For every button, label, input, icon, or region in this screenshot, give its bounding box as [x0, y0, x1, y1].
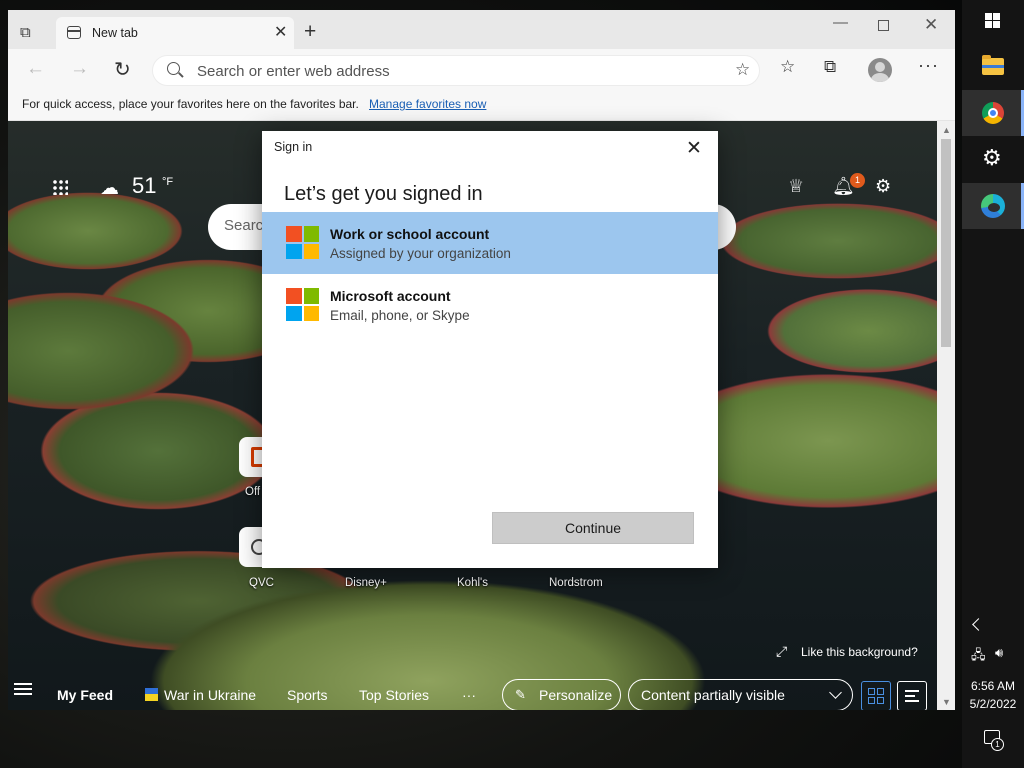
favorites-bar: For quick access, place your favorites h…	[8, 91, 955, 121]
feed-bar: My Feed War in Ukraine Sports Top Storie…	[8, 673, 937, 710]
manage-favorites-link[interactable]: Manage favorites now	[369, 97, 486, 111]
collections-icon[interactable]: ⧉	[824, 57, 836, 77]
quick-link-label[interactable]: Kohl's	[457, 577, 488, 589]
address-placeholder: Search or enter web address	[197, 63, 390, 80]
maximize-button[interactable]	[878, 20, 889, 31]
dialog-close-button[interactable]: ✕	[686, 137, 702, 160]
tab-new-tab[interactable]: New tab ✕	[56, 17, 294, 49]
volume-icon[interactable]: 🔊︎	[995, 645, 1003, 661]
ukraine-flag-icon	[145, 688, 158, 701]
close-window-button[interactable]: ✕	[924, 15, 938, 35]
show-hidden-icons-chevron-icon[interactable]	[972, 618, 985, 631]
quick-link-label: QVC	[249, 577, 274, 589]
grid-view-icon-cell	[877, 697, 884, 704]
toolbar: ← → ↻ Search or enter web address ☆ ☆ ⧉ …	[8, 49, 955, 91]
chrome-icon	[982, 102, 1004, 124]
taskbar: ⚙ 🖧︎ 🔊︎ 6:56 AM 5/2/2022 1	[962, 0, 1024, 768]
feed-tab-sports[interactable]: Sports	[287, 687, 327, 703]
taskbar-file-explorer[interactable]	[962, 44, 1024, 90]
feed-tab-war-in-ukraine[interactable]: War in Ukraine	[164, 687, 256, 703]
like-background-link[interactable]: Like this background?	[801, 645, 918, 659]
scroll-up-arrow-icon[interactable]: ▲	[942, 125, 951, 135]
sign-in-dialog: Sign in ✕ Let’s get you signed in Work o…	[262, 131, 718, 568]
network-icon[interactable]: 🖧︎	[971, 646, 986, 668]
add-favorite-icon[interactable]: ☆	[735, 60, 750, 80]
refresh-button[interactable]: ↻	[114, 57, 131, 82]
feed-more-button[interactable]: ···	[462, 687, 476, 703]
windows-logo-icon	[985, 13, 1001, 29]
dialog-caption: Sign in	[274, 140, 313, 154]
list-view-icon-line	[905, 700, 919, 702]
dialog-heading: Let’s get you signed in	[284, 183, 483, 205]
grid-view-icon-cell	[868, 697, 875, 704]
list-view-icon	[905, 690, 919, 692]
feed-tab-top-stories[interactable]: Top Stories	[359, 687, 429, 703]
cloud-icon: ☁	[100, 178, 119, 199]
option-title: Microsoft account	[330, 288, 451, 304]
pencil-icon: ✎	[515, 687, 526, 702]
action-center-badge: 1	[991, 738, 1004, 751]
taskbar-settings[interactable]: ⚙	[962, 136, 1024, 182]
page-scrollbar[interactable]: ▲ ▼	[937, 121, 955, 710]
new-tab-button[interactable]: +	[304, 20, 316, 44]
scroll-down-arrow-icon[interactable]: ▼	[942, 697, 951, 707]
grid-view-icon-cell	[877, 688, 884, 695]
address-bar[interactable]: Search or enter web address ☆	[152, 55, 760, 86]
chevron-down-icon	[829, 686, 842, 699]
settings-gear-icon[interactable]: ⚙	[875, 176, 891, 197]
page-search-placeholder: Searc	[224, 217, 264, 234]
option-title: Work or school account	[330, 226, 490, 242]
quick-link-label: Off	[245, 486, 261, 498]
clock-time[interactable]: 6:56 AM	[962, 679, 1024, 693]
grid-view-icon	[868, 688, 875, 695]
tab-actions-icon[interactable]: ⧉	[20, 24, 42, 46]
rewards-icon[interactable]: ♕	[788, 176, 804, 197]
forward-button[interactable]: →	[70, 58, 89, 80]
notification-badge: 1	[850, 173, 865, 188]
start-button[interactable]	[962, 0, 1024, 46]
weather-unit: °F	[162, 176, 174, 188]
new-tab-page-icon	[67, 26, 81, 39]
more-icon[interactable]: ···	[918, 55, 939, 76]
content-visibility-dropdown[interactable]: Content partially visible	[628, 679, 853, 710]
taskbar-edge[interactable]	[962, 183, 1024, 229]
back-button[interactable]: ←	[26, 58, 45, 80]
gear-icon: ⚙	[982, 145, 1002, 170]
option-subtitle: Assigned by your organization	[330, 246, 511, 261]
feed-tab-my-feed[interactable]: My Feed	[57, 687, 113, 703]
personalize-button[interactable]: ✎ Personalize	[502, 679, 621, 710]
minimize-button[interactable]: —	[833, 14, 848, 31]
tab-strip: ⧉ New tab ✕ + — ✕	[8, 10, 955, 49]
work-school-account-option[interactable]: Work or school account Assigned by your …	[262, 212, 718, 274]
list-view-button[interactable]	[897, 681, 927, 710]
folder-icon	[982, 55, 1004, 75]
microsoft-account-option[interactable]: Microsoft account Email, phone, or Skype	[262, 274, 718, 336]
apps-launcher-icon[interactable]	[52, 179, 68, 195]
list-view-icon-line	[905, 695, 915, 697]
content-visibility-label: Content partially visible	[641, 687, 785, 703]
personalize-label: Personalize	[539, 687, 613, 703]
grid-view-button[interactable]	[861, 681, 891, 710]
tab-close-icon[interactable]: ✕	[274, 22, 287, 42]
quick-link-label[interactable]: Disney+	[345, 577, 387, 589]
microsoft-logo-icon	[286, 226, 319, 259]
scroll-thumb[interactable]	[941, 139, 951, 347]
search-icon	[167, 62, 180, 75]
favorites-icon[interactable]: ☆	[780, 57, 795, 77]
continue-button[interactable]: Continue	[492, 512, 694, 544]
option-subtitle: Email, phone, or Skype	[330, 308, 470, 323]
quick-link-label[interactable]: Nordstrom	[549, 577, 603, 589]
taskbar-chrome[interactable]	[962, 90, 1024, 136]
clock-date[interactable]: 5/2/2022	[962, 697, 1024, 711]
tab-title: New tab	[92, 26, 138, 40]
weather-temp[interactable]: 51	[132, 173, 156, 199]
edge-icon	[981, 194, 1005, 218]
hamburger-menu-icon[interactable]	[14, 683, 32, 695]
favorites-bar-text: For quick access, place your favorites h…	[22, 97, 359, 111]
profile-icon[interactable]	[868, 58, 892, 82]
expand-icon: ⤢	[776, 643, 788, 659]
microsoft-logo-icon	[286, 288, 319, 321]
